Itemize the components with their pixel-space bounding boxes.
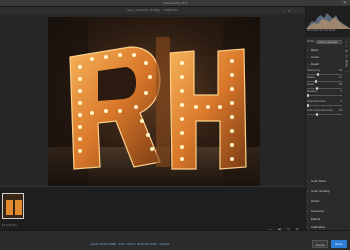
section-color-grading[interactable]: › Color Grading (307, 189, 342, 194)
done-button[interactable]: Done (331, 240, 347, 248)
detail-label: Detail (307, 83, 314, 86)
profile-label: Profile (307, 40, 315, 43)
title-bar: Camera Raw 15.3 ✕ (0, 0, 350, 7)
workflow-options-link[interactable]: Adobe RGB (1998) - 8 bit - 6012 x 4016 (… (0, 242, 260, 246)
close-icon[interactable]: ✕ (343, 0, 347, 7)
section-curve[interactable]: › Curve (307, 55, 342, 60)
profile-dropdown[interactable]: Adobe Landscape (316, 40, 342, 44)
section-effects[interactable]: › Effects (307, 217, 342, 222)
cancel-button[interactable]: Cancel (312, 240, 328, 248)
sharpening-row: Sharpening 40 (307, 69, 342, 73)
histogram: f/8 1/100s ISO 100 24mm (306, 7, 350, 37)
section-basic[interactable]: › Basic (307, 48, 342, 53)
preview-photo[interactable] (48, 17, 260, 186)
status-bar: Adobe RGB (1998) - 8 bit - 6012 x 4016 (… (0, 230, 350, 250)
noise-slider[interactable] (307, 104, 342, 107)
more-icon[interactable]: ⋯ (343, 69, 350, 74)
noise-value[interactable]: 0 (341, 100, 342, 104)
slider-knob[interactable] (316, 113, 318, 116)
section-detail-label: Detail (311, 62, 319, 66)
section-basic-label: Basic (311, 48, 319, 52)
top-toolbar: Neon_Nocturne_R-Whig — RGB 8 bit ⌖ ▦ ◐ ⋯ (0, 7, 305, 14)
color-noise-label: Color Noise Reduction (307, 109, 333, 112)
slider-knob[interactable] (307, 94, 309, 97)
panel-tool-icons: ◐ ⌗ ✚ ◎ ◉ ≣ ⋯ (343, 39, 350, 74)
section-optics[interactable]: › Optics (307, 199, 342, 204)
section-effects-label: Effects (311, 217, 321, 221)
section-calibration-label: Calibration (311, 225, 326, 229)
neon-letters-photo (48, 17, 260, 186)
radius-row: Radius 1.0 (307, 76, 342, 80)
color-noise-row: Color Noise Reduction 25 (307, 109, 342, 113)
radius-slider[interactable] (307, 80, 342, 83)
sharpening-value[interactable]: 40 (339, 69, 342, 73)
masking-slider[interactable] (307, 94, 342, 97)
section-geometry-label: Geometry (311, 209, 325, 213)
filmstrip: Fit (18.1%) ▭ ▣ ◫ ⚙ (0, 186, 305, 232)
file-name: Neon_Nocturne_R-Whig — RGB 8 bit (127, 8, 178, 12)
filmstrip-thumbnail[interactable] (2, 193, 24, 219)
zoom-level[interactable]: Fit (18.1%) (2, 223, 17, 227)
section-geometry[interactable]: › Geometry (307, 209, 342, 214)
tool-icons[interactable]: ⌖ ▦ ◐ ⋯ (284, 9, 302, 13)
detail-value[interactable]: 25 (339, 83, 342, 87)
masking-label: Masking (307, 90, 317, 93)
thumbnail-image (3, 194, 23, 218)
radius-label: Radius (307, 76, 316, 79)
noise-row: Noise Reduction 0 (307, 100, 342, 104)
detail-slider[interactable] (307, 87, 342, 90)
slider-knob[interactable] (307, 104, 309, 107)
sharpening-label: Sharpening (307, 69, 321, 72)
section-curve-label: Curve (311, 55, 320, 59)
color-noise-slider[interactable] (307, 113, 342, 116)
edit-panel: f/8 1/100s ISO 100 24mm ◐ ⌗ ✚ ◎ ◉ ≣ ⋯ Pr… (305, 7, 350, 230)
window-title: Camera Raw 15.3 (162, 1, 188, 5)
section-calibration[interactable]: › Calibration (307, 225, 342, 230)
camera-readout: f/8 1/100s ISO 100 24mm (307, 29, 336, 32)
section-color-grading-label: Color Grading (311, 189, 330, 193)
masking-row: Masking 0 (307, 90, 342, 94)
masking-value[interactable]: 0 (341, 90, 342, 94)
section-detail[interactable]: ⌄Detail (307, 62, 342, 67)
histogram-graph (306, 13, 350, 29)
noise-label: Noise Reduction (307, 100, 327, 103)
radius-value[interactable]: 1.0 (338, 76, 342, 80)
section-optics-label: Optics (311, 199, 320, 203)
section-color-mixer[interactable]: › Color Mixer (307, 179, 342, 184)
image-canvas[interactable] (0, 14, 305, 186)
section-color-mixer-label: Color Mixer (311, 179, 327, 183)
sharpening-slider[interactable] (307, 73, 342, 76)
detail-row: Detail 25 (307, 83, 342, 87)
color-noise-value[interactable]: 25 (339, 109, 342, 113)
